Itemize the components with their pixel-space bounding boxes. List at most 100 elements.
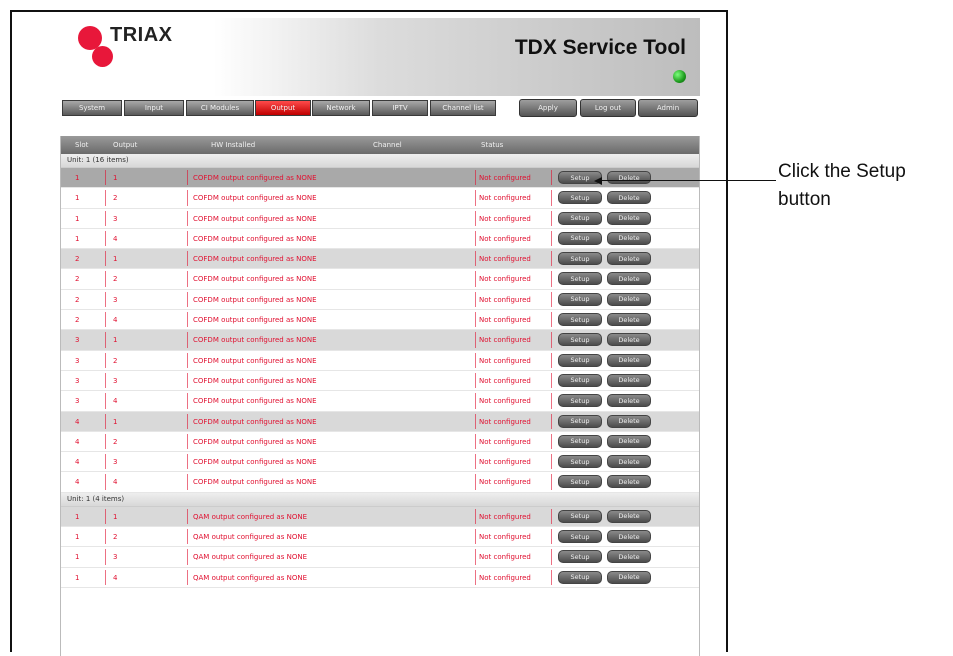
page-title: TDX Service Tool [514,36,686,59]
table-row: 3 4 COFDM output configured as NONE Not con… [61,391,699,412]
delete-button[interactable]: Delete [607,550,651,564]
table-row: 4 1 COFDM output configured as NONE Not con… [61,411,699,432]
cell-divider [551,372,552,389]
setup-button[interactable]: Setup [558,394,602,408]
cell-divider [187,291,188,308]
setup-button[interactable]: Setup [558,272,602,286]
delete-button[interactable]: Delete [607,455,651,469]
cell-status: Not configured [479,275,531,284]
cell-slot: 4 [75,458,80,467]
table-group-header[interactable]: Unit: 1 (4 items) [61,492,699,507]
setup-button[interactable]: Setup [558,475,602,489]
cell-divider [551,230,552,247]
setup-button[interactable]: Setup [558,550,602,564]
setup-button[interactable]: Setup [558,211,602,225]
callout-arrow-head-icon [594,177,602,185]
setup-button[interactable]: Setup [558,455,602,469]
setup-button[interactable]: Setup [558,373,602,387]
delete-button[interactable]: Delete [607,252,651,266]
cell-divider [475,251,476,267]
delete-button[interactable]: Delete [607,171,651,184]
tab-channel-list[interactable]: Channel list [430,100,496,116]
cell-status: Not configured [479,512,531,521]
table-row: 1 2 QAM output configured as NONE Not confi… [61,527,699,548]
cell-divider [475,529,476,545]
cell-divider [105,474,106,490]
delete-button[interactable]: Delete [607,530,651,544]
cell-hw-installed: QAM output configured as NONE [193,553,307,562]
setup-button[interactable]: Setup [558,313,602,327]
setup-button[interactable]: Setup [558,353,602,367]
tab-output[interactable]: Output [255,100,311,116]
apply-button[interactable]: Apply [519,99,577,117]
delete-button[interactable]: Delete [607,509,651,523]
cell-divider [551,413,552,429]
cell-slot: 1 [75,573,80,582]
cell-output: 2 [113,437,118,446]
table-row: 2 3 COFDM output configured as NONE Not con… [61,290,699,311]
table-group-header[interactable]: Unit: 1 (16 items) [61,154,699,168]
setup-button[interactable]: Setup [558,434,602,448]
delete-button[interactable]: Delete [607,191,651,205]
delete-button[interactable]: Delete [607,313,651,327]
cell-divider [475,549,476,565]
setup-button[interactable]: Setup [558,509,602,523]
cell-output: 4 [113,573,118,582]
cell-divider [105,210,106,226]
cell-divider [105,372,106,389]
cell-status: Not configured [479,376,531,385]
setup-button[interactable]: Setup [558,231,602,245]
delete-button[interactable]: Delete [607,231,651,245]
setup-button[interactable]: Setup [558,414,602,428]
delete-button[interactable]: Delete [607,333,651,347]
tab-network[interactable]: Network [312,100,370,116]
setup-button[interactable]: Setup [558,530,602,544]
admin-button[interactable]: Admin [638,99,698,117]
tab-system[interactable]: System [62,100,122,116]
delete-button[interactable]: Delete [607,292,651,306]
setup-button[interactable]: Setup [558,333,602,347]
col-hw-installed: HW Installed [211,141,256,149]
cell-slot: 3 [75,397,80,406]
cell-hw-installed: COFDM output configured as NONE [193,194,317,203]
table-row: 2 2 COFDM output configured as NONE Not con… [61,269,699,290]
delete-button[interactable]: Delete [607,394,651,408]
delete-button[interactable]: Delete [607,414,651,428]
table-row: 3 2 COFDM output configured as NONE Not con… [61,351,699,371]
tab-ci-modules[interactable]: CI Modules [186,100,254,116]
delete-button[interactable]: Delete [607,211,651,225]
cell-status: Not configured [479,458,531,467]
delete-button[interactable]: Delete [607,570,651,584]
logo-text: TRIAX [110,24,173,46]
cell-output: 3 [113,458,118,467]
cell-hw-installed: QAM output configured as NONE [193,573,307,582]
setup-button[interactable]: Setup [558,191,602,205]
cell-slot: 1 [75,234,80,243]
setup-button[interactable]: Setup [558,292,602,306]
delete-button[interactable]: Delete [607,272,651,286]
tab-input[interactable]: Input [124,100,184,116]
setup-button[interactable]: Setup [558,252,602,266]
cell-divider [551,251,552,267]
cell-status: Not configured [479,214,531,223]
cell-output: 1 [113,255,118,264]
cell-divider [187,230,188,247]
cell-divider [187,372,188,389]
cell-hw-installed: COFDM output configured as NONE [193,295,317,304]
cell-status: Not configured [479,316,531,325]
delete-button[interactable]: Delete [607,353,651,367]
delete-button[interactable]: Delete [607,475,651,489]
cell-divider [475,454,476,470]
delete-button[interactable]: Delete [607,434,651,448]
cell-divider [551,508,552,525]
cell-divider [475,508,476,525]
cell-divider [475,474,476,490]
log-out-button[interactable]: Log out [580,99,636,117]
delete-button[interactable]: Delete [607,373,651,387]
tab-iptv[interactable]: IPTV [372,100,428,116]
col-output: Output [113,141,138,149]
output-table: Slot Output HW Installed Channel Status … [60,136,700,656]
setup-button[interactable]: Setup [558,570,602,584]
logo-dot-small [92,46,113,67]
cell-hw-installed: COFDM output configured as NONE [193,316,317,325]
